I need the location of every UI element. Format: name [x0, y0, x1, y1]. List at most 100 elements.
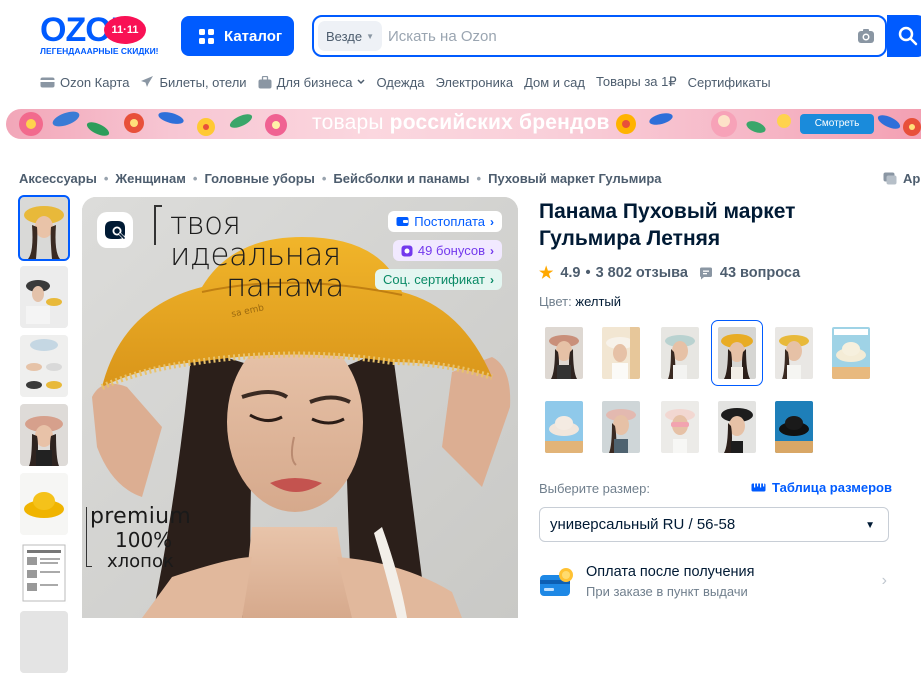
color-label: Цвет: желтый — [539, 294, 621, 309]
search-submit-button[interactable] — [887, 15, 921, 57]
nav-item-label: Одежда — [376, 74, 425, 90]
card-payment-icon — [540, 568, 573, 596]
color-swatch[interactable] — [539, 395, 589, 459]
search-scope-dropdown[interactable]: Везде ▼ — [318, 21, 383, 51]
main-product-image[interactable]: sa emb твоя идеальная панама premium 100… — [82, 197, 518, 618]
nav-item-certificates[interactable]: Сертификаты — [688, 75, 771, 90]
camera-icon[interactable] — [857, 28, 875, 44]
search-scope-label: Везде — [326, 28, 363, 44]
color-swatches — [539, 320, 879, 461]
card-icon — [40, 77, 55, 87]
image-premium-text: premium 100% хлопок — [90, 505, 191, 573]
separator-dot: • — [585, 265, 591, 281]
breadcrumb-item[interactable]: Бейсболки и панамы — [333, 171, 469, 186]
payment-subtitle: При заказе в пункт выдачи — [586, 584, 748, 599]
promo-banner[interactable]: товары российских брендов Смотреть — [6, 109, 921, 139]
share-link-label: Ар — [903, 171, 921, 186]
color-swatch[interactable] — [655, 321, 705, 385]
color-swatch[interactable] — [769, 395, 819, 459]
nav-item-label: Электроника — [435, 74, 514, 90]
breadcrumb-item[interactable]: Женщинам — [115, 171, 186, 186]
postpay-badge-label: Постоплата — [414, 214, 485, 229]
reviews-link[interactable]: 3 802 отзыва — [596, 265, 688, 281]
size-select[interactable]: универсальный RU / 56-58 ▼ — [539, 507, 889, 542]
nav-item-clothes[interactable]: Одежда — [376, 75, 424, 90]
color-swatch[interactable] — [596, 321, 646, 385]
payment-title: Оплата после получения — [586, 564, 755, 580]
color-swatch[interactable] — [596, 395, 646, 459]
nav-item-business[interactable]: Для бизнеса — [258, 75, 366, 90]
image-premium-line2: 100% — [115, 528, 173, 552]
breadcrumb-separator: • — [103, 171, 109, 186]
catalog-button[interactable]: Каталог — [181, 16, 294, 56]
search-bar: Везде ▼ — [312, 15, 887, 57]
bonus-icon — [401, 245, 413, 256]
social-certificate-label: Соц. сертификат — [382, 272, 485, 287]
bonus-badge[interactable]: 49 бонусов › — [392, 240, 502, 261]
chevron-right-icon: › — [881, 572, 887, 589]
wallet-icon — [396, 217, 409, 226]
product-title: Панама Пуховый маркет Гульмира Летняя — [539, 200, 796, 250]
questions-link[interactable]: 43 вопроса — [720, 265, 800, 281]
ozon-logo[interactable]: OZON 11·11 ЛЕГЕНДАААРНЫЕ СКИДКИ! — [40, 12, 162, 58]
thumbnail[interactable] — [18, 195, 70, 261]
color-value: желтый — [575, 294, 622, 309]
chat-icon — [883, 172, 897, 185]
nav-item-one-ruble[interactable]: Товары за 1₽ — [596, 74, 677, 90]
thumbnail[interactable] — [20, 473, 68, 535]
top-nav: Ozon Карта Билеты, отели Для бизнеса Оде… — [40, 73, 782, 91]
nav-item-label: Билеты, отели — [159, 74, 247, 90]
nav-item-electronics[interactable]: Электроника — [435, 75, 513, 90]
thumbnail[interactable] — [20, 404, 68, 466]
thumbnail[interactable] — [20, 335, 68, 397]
thumbnail[interactable] — [20, 611, 68, 673]
color-swatch[interactable] — [655, 395, 705, 459]
briefcase-icon — [258, 75, 272, 88]
size-table-link[interactable]: Таблица размеров — [751, 480, 892, 495]
thumbnail[interactable] — [20, 266, 68, 328]
image-headline-line1: твоя идеальная — [170, 206, 341, 273]
color-swatch[interactable] — [769, 321, 819, 385]
share-link[interactable]: Ар — [883, 171, 920, 186]
image-search-button[interactable] — [97, 212, 133, 248]
social-certificate-badge[interactable]: Соц. сертификат › — [374, 269, 502, 290]
color-swatch[interactable] — [539, 321, 589, 385]
nav-item-tickets[interactable]: Билеты, отели — [140, 74, 247, 90]
rating-row: ★ 4.9 • 3 802 отзыва 43 вопроса — [539, 263, 800, 283]
image-headline: твоя идеальная панама — [170, 209, 410, 302]
banner-cta-button[interactable]: Смотреть — [800, 114, 874, 134]
color-swatch-selected[interactable] — [711, 320, 763, 386]
breadcrumb-item[interactable]: Головные уборы — [204, 171, 314, 186]
breadcrumb-item[interactable]: Пуховый маркет Гульмира — [488, 171, 661, 186]
size-label: Выберите размер: — [539, 481, 650, 496]
color-swatch[interactable] — [712, 395, 762, 459]
visual-search-icon — [105, 221, 127, 241]
nav-item-ozon-card[interactable]: Ozon Карта — [40, 75, 129, 90]
star-icon: ★ — [539, 265, 554, 282]
payment-after-delivery[interactable]: Оплата после получения При заказе в пунк… — [539, 562, 889, 606]
catalog-label: Каталог — [224, 27, 283, 45]
search-icon — [898, 26, 918, 46]
postpay-badge[interactable]: Постоплата › — [388, 211, 502, 232]
size-table-label: Таблица размеров — [772, 480, 892, 495]
ruler-icon — [751, 483, 766, 492]
chevron-down-icon: ▼ — [865, 520, 875, 531]
color-swatch[interactable] — [826, 321, 876, 385]
chevron-right-icon: › — [490, 214, 494, 229]
breadcrumb-separator: • — [192, 171, 198, 186]
logo-sale-badge: 11·11 — [104, 16, 146, 44]
thumbnail[interactable] — [20, 542, 68, 604]
nav-item-label: Ozon Карта — [60, 74, 130, 90]
rating-value: 4.9 — [560, 265, 581, 281]
breadcrumb: Аксессуары • Женщинам • Головные уборы • Бе… — [19, 171, 662, 186]
nav-item-home-garden[interactable]: Дом и сад — [524, 75, 585, 90]
logo-tagline: ЛЕГЕНДАААРНЫЕ СКИДКИ! — [40, 46, 159, 56]
text-frame-decoration — [154, 205, 162, 245]
breadcrumb-item[interactable]: Аксессуары — [19, 171, 97, 186]
breadcrumb-separator: • — [476, 171, 482, 186]
image-premium-line1: premium — [90, 504, 192, 529]
search-input[interactable] — [386, 24, 826, 48]
size-select-value: универсальный RU / 56-58 — [550, 516, 736, 533]
flower-decoration — [19, 111, 287, 136]
nav-item-label: Товары за 1₽ — [596, 74, 677, 89]
